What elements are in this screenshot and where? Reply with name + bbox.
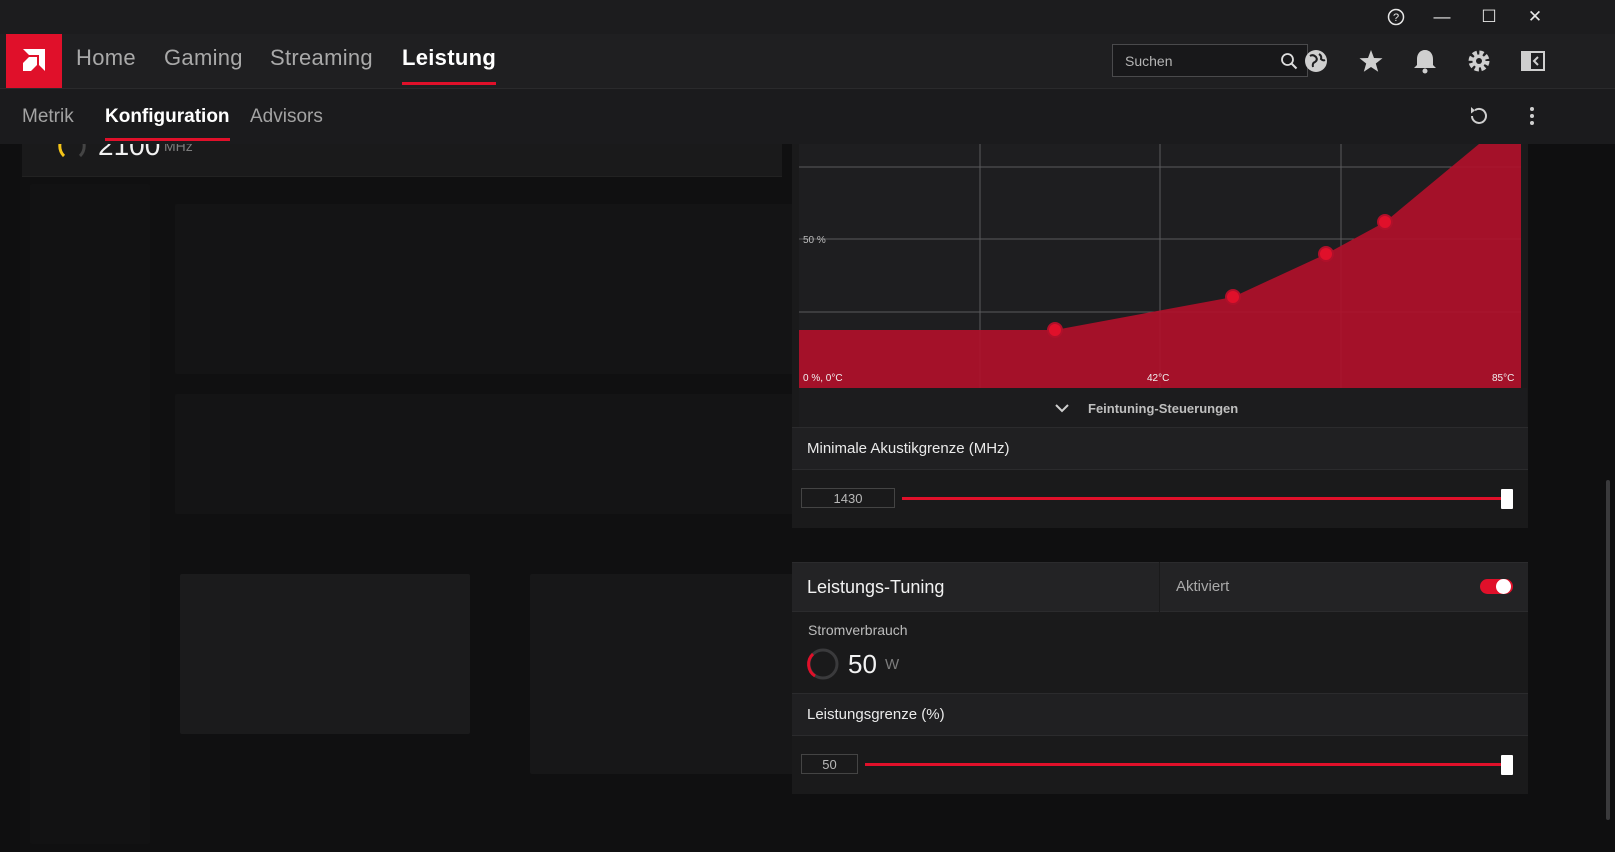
chevron-down-icon bbox=[1055, 404, 1069, 413]
reset-icon[interactable] bbox=[1466, 104, 1490, 128]
amd-logo[interactable] bbox=[6, 34, 62, 88]
active-tab-underline bbox=[402, 82, 497, 85]
acoustic-limit-slider-row: 1430 bbox=[792, 470, 1528, 528]
active-subtab-underline bbox=[105, 138, 230, 141]
acoustic-limit-header: Minimale Akustikgrenze (MHz) bbox=[792, 427, 1528, 470]
power-limit-slider-row: 50 bbox=[792, 736, 1528, 794]
fan-curve-point[interactable] bbox=[1377, 214, 1393, 230]
search-input[interactable] bbox=[1123, 50, 1277, 72]
performance-tuning-status: Aktiviert bbox=[1160, 562, 1528, 612]
acoustic-limit-thumb[interactable] bbox=[1501, 489, 1513, 509]
fan-curve-point[interactable] bbox=[1318, 246, 1334, 262]
finetune-label: Feintuning-Steuerungen bbox=[1088, 401, 1239, 416]
performance-tuning-title: Leistungs-Tuning bbox=[807, 577, 945, 597]
svg-text:?: ? bbox=[1393, 12, 1399, 24]
dimmed-background bbox=[20, 144, 810, 852]
tab-advisors[interactable]: Advisors bbox=[250, 106, 323, 128]
amd-logo-icon bbox=[23, 49, 45, 71]
bell-icon[interactable] bbox=[1409, 45, 1441, 77]
acoustic-limit-value[interactable]: 1430 bbox=[801, 488, 895, 508]
origin-label: 0 %, 0°C bbox=[803, 373, 843, 384]
power-limit-header: Leistungsgrenze (%) bbox=[792, 693, 1528, 736]
sub-navigation: Metrik Konfiguration Advisors bbox=[0, 88, 1615, 144]
fan-curve-point[interactable] bbox=[1047, 322, 1063, 338]
power-gauge-icon bbox=[807, 648, 839, 680]
blurred-panel bbox=[175, 204, 795, 374]
close-button[interactable]: ✕ bbox=[1517, 4, 1553, 30]
sidebar-toggle-icon[interactable] bbox=[1517, 45, 1549, 77]
clock-gauge-icon bbox=[58, 144, 86, 158]
search-icon[interactable] bbox=[1280, 52, 1298, 70]
blurred-image bbox=[530, 574, 800, 774]
blurred-image bbox=[180, 574, 470, 734]
tab-configuration-label: Konfiguration bbox=[105, 106, 230, 127]
finetune-toggle[interactable]: Feintuning-Steuerungen bbox=[799, 388, 1527, 428]
x-axis-max-label: 85°C bbox=[1492, 373, 1514, 384]
minimize-button[interactable]: — bbox=[1424, 4, 1460, 30]
clock-unit: MHz bbox=[164, 144, 193, 154]
power-unit: W bbox=[885, 656, 900, 673]
clock-value: 2100 bbox=[98, 144, 161, 161]
power-value: 50 bbox=[848, 649, 877, 679]
power-limit-thumb[interactable] bbox=[1501, 755, 1513, 775]
help-button[interactable]: ? bbox=[1378, 4, 1414, 30]
y-axis-mid-label: 50 % bbox=[803, 235, 826, 246]
power-limit-value[interactable]: 50 bbox=[801, 754, 858, 774]
main-content: 2100 MHz 50 % 0 %, 0°C 42°C 85°C Feintun… bbox=[0, 144, 1615, 852]
globe-icon[interactable] bbox=[1300, 45, 1332, 77]
x-axis-mid-label: 42°C bbox=[1147, 373, 1169, 384]
power-label: Stromverbrauch bbox=[808, 622, 908, 638]
fan-curve-point[interactable] bbox=[1225, 289, 1241, 305]
gear-icon[interactable] bbox=[1463, 45, 1495, 77]
scrollbar[interactable] bbox=[1606, 480, 1610, 820]
tab-configuration[interactable]: Konfiguration bbox=[105, 106, 230, 141]
nav-performance-label: Leistung bbox=[402, 45, 497, 70]
performance-tuning-header: Leistungs-Tuning bbox=[792, 562, 1159, 612]
nav-home[interactable]: Home bbox=[76, 45, 136, 71]
tab-metrics[interactable]: Metrik bbox=[22, 106, 74, 128]
window-titlebar: ? — ☐ ✕ bbox=[0, 0, 1615, 34]
help-icon: ? bbox=[1387, 8, 1405, 26]
tuning-toggle-switch[interactable] bbox=[1480, 579, 1513, 594]
fan-curve-chart[interactable]: 50 % 0 %, 0°C 42°C 85°C bbox=[799, 144, 1521, 388]
toggle-knob bbox=[1496, 579, 1511, 594]
blurred-panel bbox=[175, 394, 795, 514]
search-box[interactable] bbox=[1112, 44, 1308, 77]
blurred-sidebar bbox=[30, 184, 150, 844]
acoustic-limit-track[interactable] bbox=[902, 497, 1504, 500]
power-limit-track[interactable] bbox=[865, 763, 1504, 766]
clock-speed-card: 2100 MHz bbox=[22, 144, 782, 177]
nav-gaming[interactable]: Gaming bbox=[164, 45, 243, 71]
maximize-button[interactable]: ☐ bbox=[1471, 4, 1507, 30]
top-navigation: Home Gaming Streaming Leistung bbox=[0, 34, 1615, 88]
more-options-icon[interactable] bbox=[1522, 104, 1542, 128]
nav-streaming[interactable]: Streaming bbox=[270, 45, 373, 71]
acoustic-limit-title: Minimale Akustikgrenze (MHz) bbox=[807, 440, 1010, 457]
power-limit-title: Leistungsgrenze (%) bbox=[807, 706, 945, 723]
star-icon[interactable] bbox=[1355, 45, 1387, 77]
nav-performance[interactable]: Leistung bbox=[402, 45, 497, 85]
tuning-status-label: Aktiviert bbox=[1176, 578, 1230, 595]
